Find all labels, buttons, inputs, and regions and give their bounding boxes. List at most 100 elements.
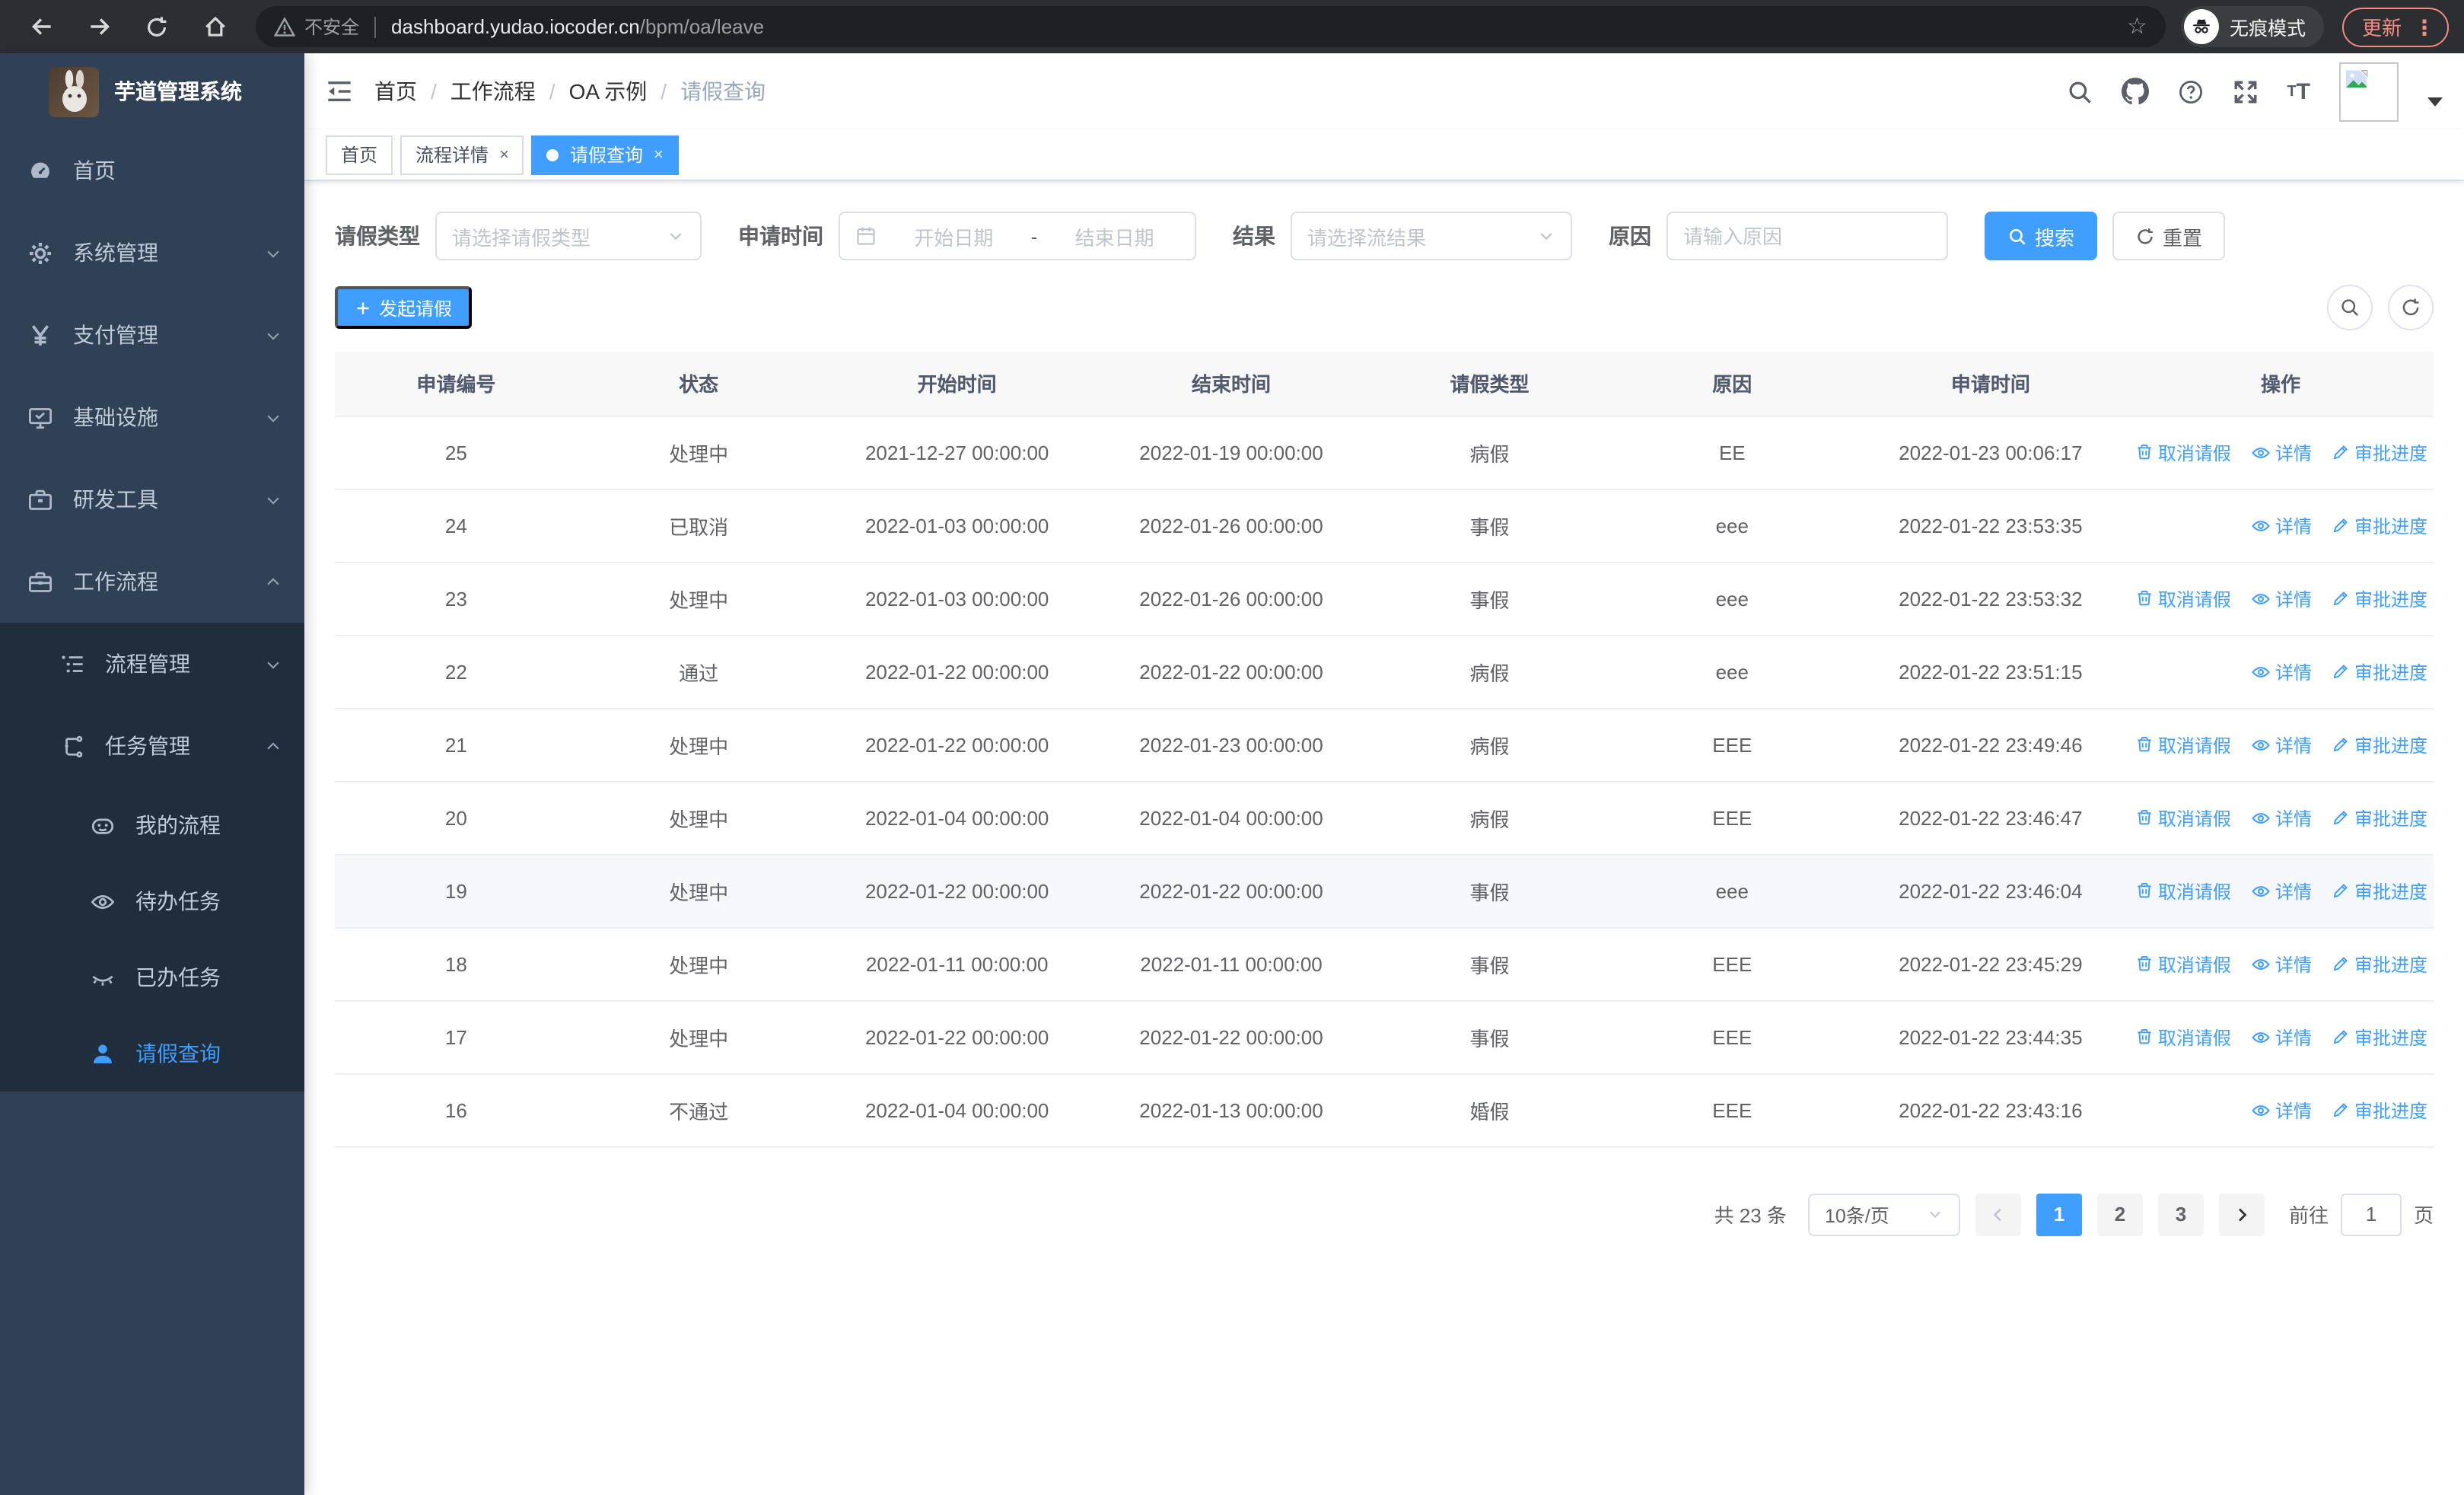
detail-link[interactable]: 详情 <box>2251 1024 2312 1050</box>
approval-progress-link[interactable]: 审批进度 <box>2332 951 2427 977</box>
search-icon[interactable] <box>2066 78 2092 104</box>
browser-reload-icon[interactable] <box>131 7 183 46</box>
approval-progress-link[interactable]: 审批进度 <box>2332 1024 2427 1050</box>
sidebar-item-infra[interactable]: 基础设施 <box>0 376 304 458</box>
security-warning-icon[interactable]: 不安全 <box>274 14 359 40</box>
pen-icon <box>2333 1030 2348 1044</box>
avatar-caret-icon[interactable] <box>2427 97 2443 107</box>
approval-progress-link[interactable]: 审批进度 <box>2332 732 2427 757</box>
browser-back-icon[interactable] <box>15 7 67 46</box>
create-leave-button[interactable]: 发起请假 <box>335 286 473 329</box>
page-size-value: 10条/页 <box>1824 1206 1889 1227</box>
detail-label: 详情 <box>2275 881 2312 902</box>
close-icon[interactable]: × <box>499 145 509 164</box>
browser-home-icon[interactable] <box>189 7 240 46</box>
refresh-table-button[interactable] <box>2388 285 2434 330</box>
breadcrumb-oa-example[interactable]: OA 示例 <box>569 76 648 107</box>
sidebar-item-label: 已办任务 <box>135 965 221 990</box>
show-search-toggle-button[interactable] <box>2327 285 2373 330</box>
breadcrumb-workflow[interactable]: 工作流程 <box>450 76 536 107</box>
detail-link[interactable]: 详情 <box>2251 878 2312 904</box>
page-button-2[interactable]: 2 <box>2096 1193 2143 1235</box>
detail-link[interactable]: 详情 <box>2251 732 2312 757</box>
apply-time-range-picker[interactable]: 开始日期 - 结束日期 <box>839 212 1196 260</box>
approval-progress-label: 审批进度 <box>2354 881 2427 902</box>
sidebar-item-my-process[interactable]: 我的流程 <box>0 787 304 863</box>
cell-apply-id: 24 <box>335 489 578 563</box>
detail-link[interactable]: 详情 <box>2251 951 2312 977</box>
pen-icon <box>2333 738 2348 752</box>
sidebar-item-task-mgmt[interactable]: 任务管理 <box>0 705 304 787</box>
page-button-1[interactable]: 1 <box>2036 1193 2082 1235</box>
detail-link[interactable]: 详情 <box>2251 805 2312 830</box>
chevron-down-icon <box>265 244 282 261</box>
approval-progress-link[interactable]: 审批进度 <box>2332 512 2427 538</box>
result-select[interactable]: 请选择流结果 <box>1291 212 1572 260</box>
detail-link[interactable]: 详情 <box>2251 1097 2312 1123</box>
cancel-leave-link[interactable]: 取消请假 <box>2135 732 2231 757</box>
approval-progress-link[interactable]: 审批进度 <box>2332 805 2427 830</box>
eye-icon <box>2252 1031 2270 1042</box>
security-label: 不安全 <box>304 17 360 38</box>
sidebar-item-devtools[interactable]: 研发工具 <box>0 458 304 540</box>
sidebar-logo-row[interactable]: 芋道管理系统 <box>0 53 304 129</box>
browser-menu-icon[interactable]: ⋮ <box>2414 16 2435 37</box>
detail-link[interactable]: 详情 <box>2251 585 2312 611</box>
page-button-3[interactable]: 3 <box>2157 1193 2204 1235</box>
sidebar-item-process-mgmt[interactable]: 流程管理 <box>0 623 304 705</box>
cancel-leave-label: 取消请假 <box>2157 588 2231 610</box>
search-button[interactable]: 搜索 <box>1985 212 2098 260</box>
detail-link[interactable]: 详情 <box>2251 512 2312 538</box>
sidebar-item-payment[interactable]: 支付管理 <box>0 294 304 376</box>
close-icon[interactable]: × <box>654 145 664 164</box>
cell-actions: 取消请假 详情 审批进度 <box>2128 781 2434 855</box>
trash-icon <box>2138 810 2151 825</box>
browser-update-button[interactable]: 更新 ⋮ <box>2341 7 2449 46</box>
help-icon[interactable] <box>2177 78 2203 104</box>
tag-leave-query[interactable]: 请假查询 × <box>531 135 679 174</box>
breadcrumb-home[interactable]: 首页 <box>374 76 417 107</box>
sidebar-item-done-tasks[interactable]: 已办任务 <box>0 939 304 1015</box>
reason-input[interactable] <box>1683 225 1931 247</box>
approval-progress-link[interactable]: 审批进度 <box>2332 585 2427 611</box>
tag-home[interactable]: 首页 <box>326 135 393 174</box>
detail-link[interactable]: 详情 <box>2251 439 2312 465</box>
cancel-leave-link[interactable]: 取消请假 <box>2135 878 2231 904</box>
chevron-down-icon <box>670 233 682 241</box>
detail-label: 详情 <box>2275 442 2312 464</box>
tag-process-detail[interactable]: 流程详情 × <box>400 135 524 174</box>
reset-button[interactable]: 重置 <box>2112 212 2226 260</box>
approval-progress-link[interactable]: 审批进度 <box>2332 658 2427 684</box>
goto-page-input[interactable] <box>2340 1193 2402 1235</box>
cancel-leave-link[interactable]: 取消请假 <box>2135 805 2231 830</box>
font-size-icon[interactable]: TT <box>2287 78 2310 104</box>
fullscreen-icon[interactable] <box>2232 78 2258 104</box>
sidebar-collapse-icon[interactable] <box>326 78 353 105</box>
cancel-leave-link[interactable]: 取消请假 <box>2135 585 2231 611</box>
leave-type-select[interactable]: 请选择请假类型 <box>435 212 702 260</box>
prev-page-button[interactable] <box>1975 1193 2021 1235</box>
update-label[interactable]: 更新 <box>2362 12 2402 41</box>
detail-link[interactable]: 详情 <box>2251 658 2312 684</box>
approval-progress-link[interactable]: 审批进度 <box>2332 878 2427 904</box>
sidebar-item-home[interactable]: 首页 <box>0 129 304 212</box>
approval-progress-link[interactable]: 审批进度 <box>2332 1097 2427 1123</box>
page-size-select[interactable]: 10条/页 <box>1807 1193 1960 1235</box>
cancel-leave-link[interactable]: 取消请假 <box>2135 439 2231 465</box>
next-page-button[interactable] <box>2218 1193 2265 1235</box>
cell-start-time: 2022-01-03 00:00:00 <box>820 562 1094 636</box>
browser-forward-icon[interactable] <box>73 7 125 46</box>
briefcase-icon <box>29 571 52 591</box>
sidebar-item-todo-tasks[interactable]: 待办任务 <box>0 863 304 939</box>
avatar[interactable] <box>2339 62 2399 121</box>
bookmark-star-icon[interactable]: ☆ <box>2127 15 2147 38</box>
sidebar-item-system[interactable]: 系统管理 <box>0 212 304 294</box>
cell-reason: EEE <box>1610 1000 1854 1074</box>
cancel-leave-link[interactable]: 取消请假 <box>2135 1024 2231 1050</box>
approval-progress-link[interactable]: 审批进度 <box>2332 439 2427 465</box>
sidebar-item-workflow[interactable]: 工作流程 <box>0 540 304 623</box>
sidebar-item-leave-query[interactable]: 请假查询 <box>0 1015 304 1092</box>
github-icon[interactable] <box>2121 78 2149 105</box>
cancel-leave-link[interactable]: 取消请假 <box>2135 951 2231 977</box>
address-bar[interactable]: 不安全 dashboard.yudao.iocoder.cn/bpm/oa/le… <box>256 6 2166 47</box>
